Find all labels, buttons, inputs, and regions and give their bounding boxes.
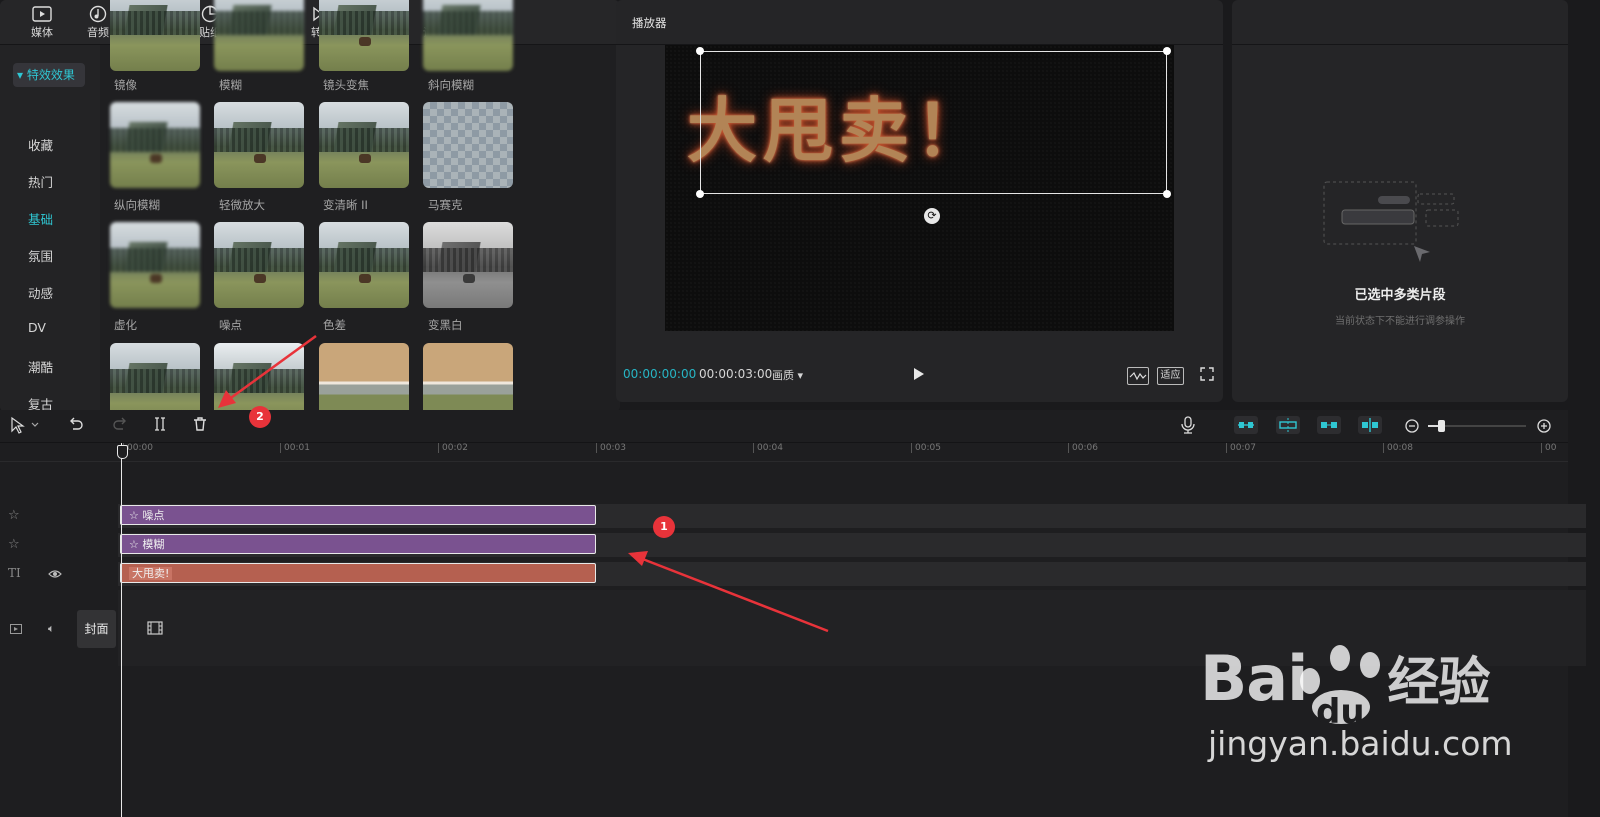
- watermark-brand-cn: 经验: [1387, 653, 1490, 713]
- annotation-badge-1: 1: [653, 516, 675, 538]
- annotation-badge-2: 2: [249, 406, 271, 428]
- watermark-brand: Bai: [1200, 642, 1308, 715]
- watermark-url: jingyan.baidu.com: [1208, 724, 1513, 763]
